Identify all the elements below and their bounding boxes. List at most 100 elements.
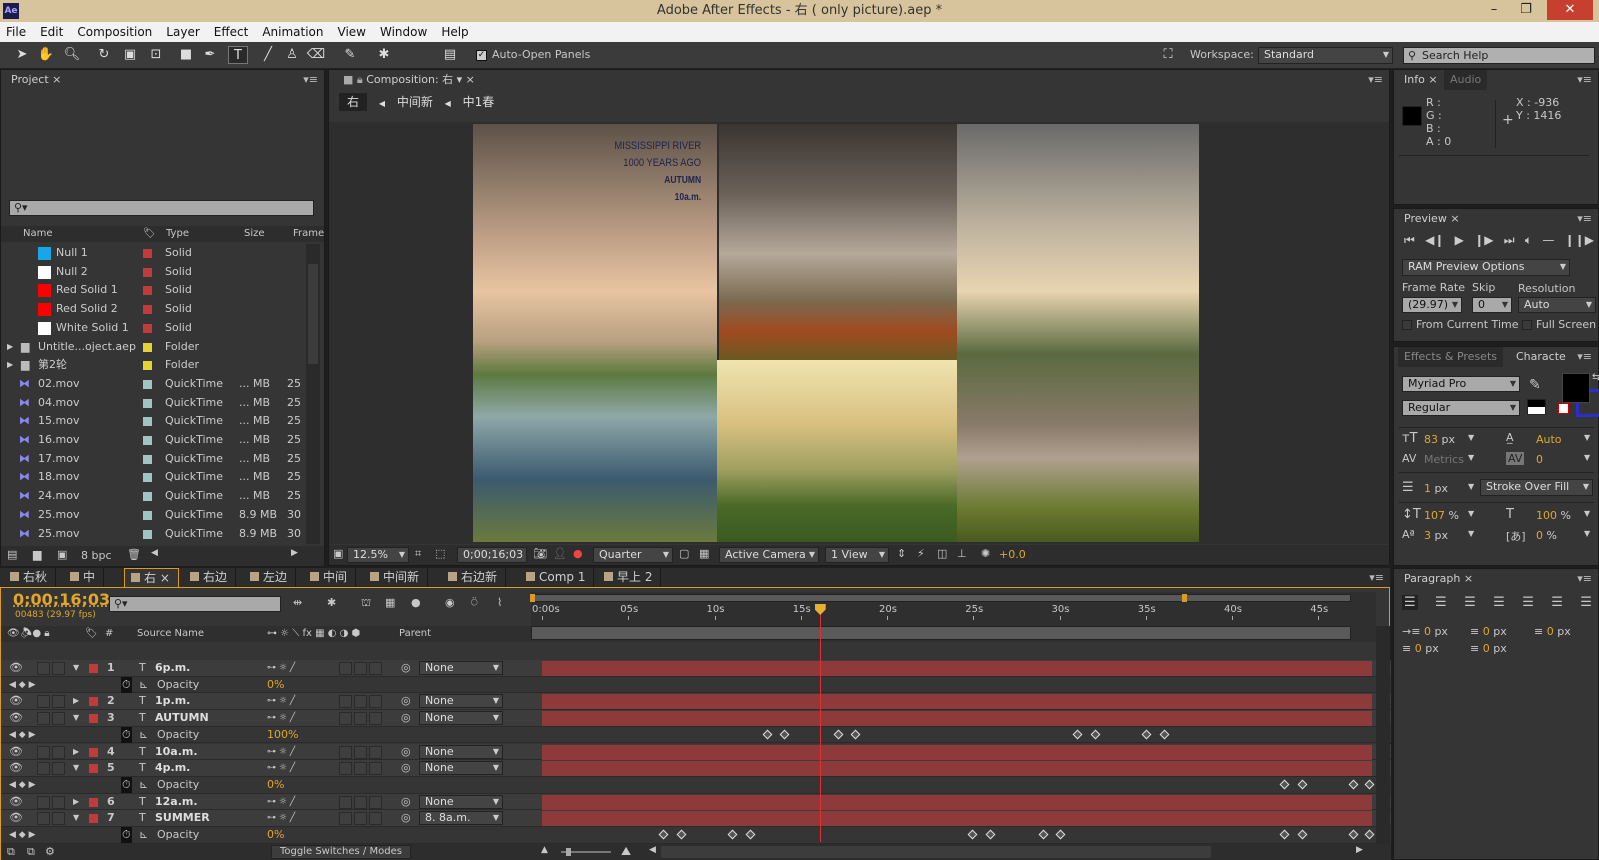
next-frame-icon[interactable]: ❙▶ <box>1474 233 1493 248</box>
scroll-left-icon[interactable]: ◀ <box>649 845 656 855</box>
align-center-icon[interactable]: ☰ <box>1435 595 1447 610</box>
keyframe[interactable] <box>1142 729 1152 739</box>
type-tool-icon[interactable]: T <box>228 46 248 64</box>
label-color[interactable] <box>143 473 152 482</box>
pick-whip-icon[interactable]: ◎ <box>401 794 411 810</box>
timeline-vertical-scrollbar[interactable] <box>1376 626 1390 846</box>
keyframe[interactable] <box>780 729 790 739</box>
clone-stamp-tool-icon[interactable]: ♙ <box>282 46 302 64</box>
justify-last-center-icon[interactable]: ☰ <box>1522 595 1534 610</box>
align-left-icon[interactable]: ☰ <box>1402 595 1418 610</box>
vr-icon[interactable]: ⛶ <box>1156 46 1180 64</box>
twirl-open-icon[interactable]: ▼ <box>73 710 79 726</box>
auto-keyframe-icon[interactable]: ⍥ <box>471 596 478 610</box>
switch-box[interactable] <box>354 796 367 809</box>
label-color[interactable] <box>143 455 152 464</box>
project-item[interactable]: ▶▆Untitle...oject.aepFolder <box>1 338 301 357</box>
always-preview-icon[interactable]: ▣ <box>333 547 343 560</box>
tab-project[interactable]: Project × <box>5 70 67 90</box>
close-button[interactable]: ✕ <box>1547 0 1593 20</box>
project-item[interactable]: ⧓25.movQuickTime8.9 MB30 <box>1 525 301 544</box>
justify-last-left-icon[interactable]: ☰ <box>1493 595 1505 610</box>
timeline-tab[interactable]: 右边 <box>184 568 236 587</box>
previous-frame-icon[interactable]: ◀❙ <box>1425 233 1444 248</box>
pick-whip-icon[interactable]: ◎ <box>401 744 411 760</box>
label-color[interactable] <box>143 249 152 258</box>
switch-box[interactable] <box>339 712 352 725</box>
twirl-open-icon[interactable]: ▼ <box>73 760 79 776</box>
menu-effect[interactable]: Effect <box>214 22 249 42</box>
play-icon[interactable]: ▶ <box>1455 233 1464 248</box>
menu-help[interactable]: Help <box>441 22 468 42</box>
switch-box[interactable] <box>339 662 352 675</box>
col-type[interactable]: Type <box>166 226 189 242</box>
layer-duration-bar[interactable] <box>542 711 1372 726</box>
solo-toggle[interactable] <box>37 662 50 675</box>
switch-box[interactable] <box>339 796 352 809</box>
preview-resolution-dropdown[interactable]: Auto▼ <box>1518 297 1596 313</box>
panel-menu-icon[interactable]: ▾≡ <box>1577 212 1592 225</box>
switch-box[interactable] <box>339 746 352 759</box>
switch-box[interactable] <box>339 762 352 775</box>
label-color[interactable] <box>143 268 152 277</box>
parent-dropdown[interactable]: None▼ <box>419 761 503 775</box>
keyframe[interactable] <box>676 830 686 840</box>
twirl-open-icon[interactable]: ▼ <box>73 660 79 676</box>
workspace-dropdown[interactable]: Standard▼ <box>1258 47 1393 64</box>
in-out-icon[interactable]: ⚙ <box>45 845 55 858</box>
space-after-field[interactable]: ≡ 0 px <box>1470 642 1507 655</box>
grid-guide-icon[interactable]: ⌗ <box>415 547 421 561</box>
leading-field[interactable]: Auto <box>1536 433 1562 446</box>
keyframe-navigator[interactable]: ◀ ◆ ▶ <box>9 677 36 693</box>
kerning-field[interactable]: Metrics <box>1424 453 1464 466</box>
keyframe[interactable] <box>1159 729 1169 739</box>
timeline-horizontal-scrollbar[interactable] <box>661 846 1211 858</box>
mask-visibility-icon[interactable]: ⬚ <box>435 547 445 560</box>
panel-menu-icon[interactable]: ▾≡ <box>1369 571 1384 584</box>
project-item[interactable]: Red Solid 1Solid <box>1 281 301 300</box>
visibility-eye-icon[interactable]: 👁︎ <box>9 710 23 726</box>
shy-switch-icon[interactable]: ⊶ ☼ ╱ <box>267 794 295 810</box>
vertical-scale-field[interactable]: 107 % <box>1424 509 1459 522</box>
keyframe-navigator[interactable]: ◀ ◆ ▶ <box>9 727 36 743</box>
layer-duration-bar[interactable] <box>542 811 1372 826</box>
transfer-controls-icon[interactable]: ⧉ <box>27 845 35 859</box>
transparency-grid-icon[interactable]: ▦ <box>699 547 709 560</box>
tab-composition[interactable]: ■ 🔒︎ Composition: 右 ▾ × <box>337 70 481 90</box>
switch-box[interactable] <box>354 712 367 725</box>
layer-row[interactable]: 👁︎ ▼ 7 T SUMMER ⊶ ☼ ╱ ◎ 8. 8a.m.▼ <box>1 810 1391 827</box>
panel-menu-icon[interactable]: ▾≡ <box>303 73 318 86</box>
switch-box[interactable] <box>354 695 367 708</box>
zoom-out-icon[interactable]: ▲ <box>541 845 548 855</box>
switch-box[interactable] <box>369 695 382 708</box>
label-color[interactable] <box>89 748 98 757</box>
switch-box[interactable] <box>369 712 382 725</box>
project-item[interactable]: Null 2Solid <box>1 263 301 282</box>
stopwatch-icon[interactable]: ⏱ <box>121 727 132 743</box>
stopwatch-icon[interactable]: ⏱ <box>121 677 132 693</box>
label-color[interactable] <box>143 305 152 314</box>
label-color[interactable] <box>143 436 152 445</box>
dropdown-arrow-icon[interactable]: ▼ <box>1584 509 1590 518</box>
twirl-closed-icon[interactable]: ▶ <box>73 693 79 709</box>
keyframe[interactable] <box>1090 729 1100 739</box>
last-frame-icon[interactable]: ⏭ <box>1504 233 1515 248</box>
keyframe[interactable] <box>1280 779 1290 789</box>
parent-dropdown[interactable]: None▼ <box>419 661 503 675</box>
shy-switch-icon[interactable]: ⊶ ☼ ╱ <box>267 744 295 760</box>
ram-preview-icon[interactable]: ❙❙▶ <box>1565 233 1594 248</box>
minimize-button[interactable]: – <box>1479 0 1509 20</box>
dropdown-arrow-icon[interactable]: ▼ <box>1468 529 1474 538</box>
pick-whip-icon[interactable]: ◎ <box>401 810 411 826</box>
dropdown-arrow-icon[interactable]: ▼ <box>1468 509 1474 518</box>
visibility-eye-icon[interactable]: 👁︎ <box>9 744 23 760</box>
fill-color-swatch[interactable] <box>1562 373 1590 403</box>
panel-menu-icon[interactable]: ▾≡ <box>1368 73 1383 86</box>
menu-composition[interactable]: Composition <box>77 22 152 42</box>
menu-file[interactable]: File <box>6 22 26 42</box>
interpret-footage-icon[interactable]: ▤ <box>7 548 17 561</box>
project-scrollbar[interactable] <box>306 244 320 544</box>
keyframe[interactable] <box>1056 830 1066 840</box>
keyframe[interactable] <box>968 830 978 840</box>
keyframe[interactable] <box>745 830 755 840</box>
